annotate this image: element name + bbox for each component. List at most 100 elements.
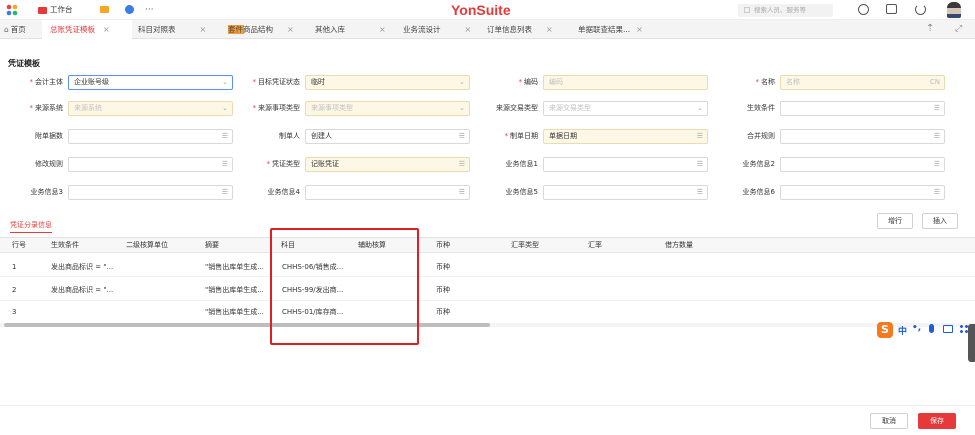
chevron-down-icon: ⌄ xyxy=(222,78,228,86)
merge-rule-label: 合并规则 xyxy=(747,132,775,140)
tab-kit-structure[interactable]: 套件商品结构 × xyxy=(228,20,312,39)
biz-info2-input[interactable]: ☰ xyxy=(780,157,945,172)
pin-icon[interactable]: ⇡ xyxy=(926,23,934,35)
creation-date-input[interactable]: 单据日期 ☰ xyxy=(543,129,708,144)
ime-toolbar[interactable]: S 中 •, xyxy=(875,321,971,339)
source-event-type-select[interactable]: 来源事项类型 ⌄ xyxy=(305,101,470,116)
source-system-select[interactable]: 来源系统 ⌄ xyxy=(68,101,233,116)
biz-info6-label: 业务信息6 xyxy=(742,188,775,196)
modify-rule-input[interactable]: ☰ xyxy=(68,157,233,172)
source-transaction-type-label: 来源交易类型 xyxy=(496,104,538,112)
col-rate: 汇率 xyxy=(588,241,602,249)
message-icon[interactable] xyxy=(100,6,109,13)
cancel-button[interactable]: 取消 xyxy=(870,413,908,429)
chevron-down-icon: ⌄ xyxy=(459,78,465,86)
col-summary: 摘要 xyxy=(205,241,219,249)
col-debit-qty: 借方数量 xyxy=(665,241,693,249)
source-transaction-type-select[interactable]: 来源交易类型 ⌄ xyxy=(543,101,708,116)
biz-info5-input[interactable]: ☰ xyxy=(543,185,708,200)
table-row[interactable] xyxy=(0,278,975,301)
close-icon[interactable]: × xyxy=(546,25,553,34)
help-icon[interactable] xyxy=(858,4,869,15)
list-icon: ☰ xyxy=(933,132,940,140)
target-status-select[interactable]: 临时 ⌄ xyxy=(305,75,470,90)
close-icon[interactable]: × xyxy=(636,25,643,34)
tab-label: 其他入库 xyxy=(315,25,345,34)
microphone-icon[interactable] xyxy=(929,324,934,333)
accounting-entity-label: * 会计主体 xyxy=(29,78,64,86)
col-currency: 币种 xyxy=(436,241,450,249)
row-no: 2 xyxy=(12,286,17,294)
close-icon[interactable]: × xyxy=(379,25,386,34)
row-summary[interactable]: "销售出库单生成... xyxy=(205,284,264,296)
biz-info6-input[interactable]: ☰ xyxy=(780,185,945,200)
brand-logo: YonSuite xyxy=(451,1,511,19)
tab-document-query[interactable]: 单据联查结果... × xyxy=(578,20,668,39)
biz-info4-input[interactable]: ☰ xyxy=(305,185,470,200)
row-currency[interactable]: 币种 xyxy=(436,261,450,273)
tab-voucher-template[interactable]: 总账凭证模板 × xyxy=(42,20,132,39)
ime-punct[interactable]: •, xyxy=(912,323,921,333)
target-status-label: * 目标凭证状态 xyxy=(252,78,301,86)
voucher-type-input[interactable]: 记账凭证 ☰ xyxy=(305,157,470,172)
list-icon: ☰ xyxy=(221,160,228,168)
tab-home[interactable]: ⌂ 首页 xyxy=(4,20,40,39)
keyboard-icon[interactable] xyxy=(943,325,953,333)
biz-info3-input[interactable]: ☰ xyxy=(68,185,233,200)
accounting-entity-select[interactable]: 企业账号级 ⌄ xyxy=(68,75,233,90)
tab-account-mapping[interactable]: 科目对照表 × xyxy=(138,20,224,39)
row-summary[interactable]: "销售出库单生成... xyxy=(205,261,264,273)
more-button[interactable]: ··· xyxy=(145,4,154,16)
compass-icon[interactable] xyxy=(125,5,134,14)
row-no: 1 xyxy=(12,263,17,271)
close-icon[interactable]: × xyxy=(287,25,294,34)
attachment-count-label: 附单据数 xyxy=(35,132,63,140)
highlight-box xyxy=(270,228,419,345)
merge-rule-input[interactable]: ☰ xyxy=(780,129,945,144)
name-input[interactable]: 名称 CN xyxy=(780,75,945,90)
modify-rule-label: 修改规则 xyxy=(35,160,63,168)
insert-button[interactable]: 插入 xyxy=(922,213,958,229)
effective-condition-input[interactable]: ☰ xyxy=(780,101,945,116)
biz-info1-input[interactable]: ☰ xyxy=(543,157,708,172)
row-condition[interactable]: 发出商品标识 = "... xyxy=(51,261,113,273)
biz-info5-label: 业务信息5 xyxy=(505,188,538,196)
row-summary[interactable]: "销售出库单生成... xyxy=(205,306,264,318)
tab-label: 业务流设计 xyxy=(403,25,441,34)
table-row[interactable] xyxy=(0,302,975,322)
row-currency[interactable]: 币种 xyxy=(436,284,450,296)
close-icon[interactable]: × xyxy=(465,25,472,34)
side-scroll-handle[interactable] xyxy=(968,324,975,362)
avatar[interactable] xyxy=(947,2,961,18)
attachment-count-input[interactable]: ☰ xyxy=(68,129,233,144)
refresh-icon[interactable] xyxy=(915,4,926,15)
voucher-template-page: 凭证模板 * 会计主体 企业账号级 ⌄ * 目标凭证状态 临时 ⌄ * 编码 编码 * 名称… xyxy=(0,39,975,405)
workbench-button[interactable]: 工作台 xyxy=(38,4,73,16)
app-grid-icon[interactable] xyxy=(6,4,18,16)
col-rate-type: 汇率类型 xyxy=(511,241,539,249)
expand-icon[interactable]: ⤢ xyxy=(955,23,962,35)
list-icon: ☰ xyxy=(933,188,940,196)
chevron-down-icon: ⌄ xyxy=(697,104,703,112)
notification-icon[interactable] xyxy=(886,4,897,14)
brand-text: YonSuite xyxy=(451,2,511,18)
row-currency[interactable]: 币种 xyxy=(436,306,450,318)
row-condition[interactable]: 发出商品标识 = "... xyxy=(51,284,113,296)
tab-order-list[interactable]: 订单信息列表 × xyxy=(487,20,575,39)
creator-label: 制单人 xyxy=(279,132,300,140)
close-icon[interactable]: × xyxy=(103,25,110,34)
page-title: 凭证模板 xyxy=(8,59,40,68)
close-icon[interactable]: × xyxy=(200,25,207,34)
table-row[interactable] xyxy=(0,254,975,277)
tab-other-inbound[interactable]: 其他入库 × xyxy=(315,20,401,39)
ime-lang[interactable]: 中 xyxy=(898,324,907,337)
tab-label: 首页 xyxy=(10,25,26,34)
global-search[interactable]: 搜索人员、服务等 xyxy=(738,4,833,17)
add-row-button[interactable]: 增行 xyxy=(877,213,913,229)
tab-business-flow[interactable]: 业务流设计 × xyxy=(403,20,491,39)
creator-input[interactable]: 创建人 ☰ xyxy=(305,129,470,144)
code-input[interactable]: 编码 xyxy=(543,75,708,90)
search-checkbox xyxy=(744,7,750,13)
save-button[interactable]: 保存 xyxy=(918,413,956,429)
tab-label: 总账凭证模板 xyxy=(50,25,95,34)
